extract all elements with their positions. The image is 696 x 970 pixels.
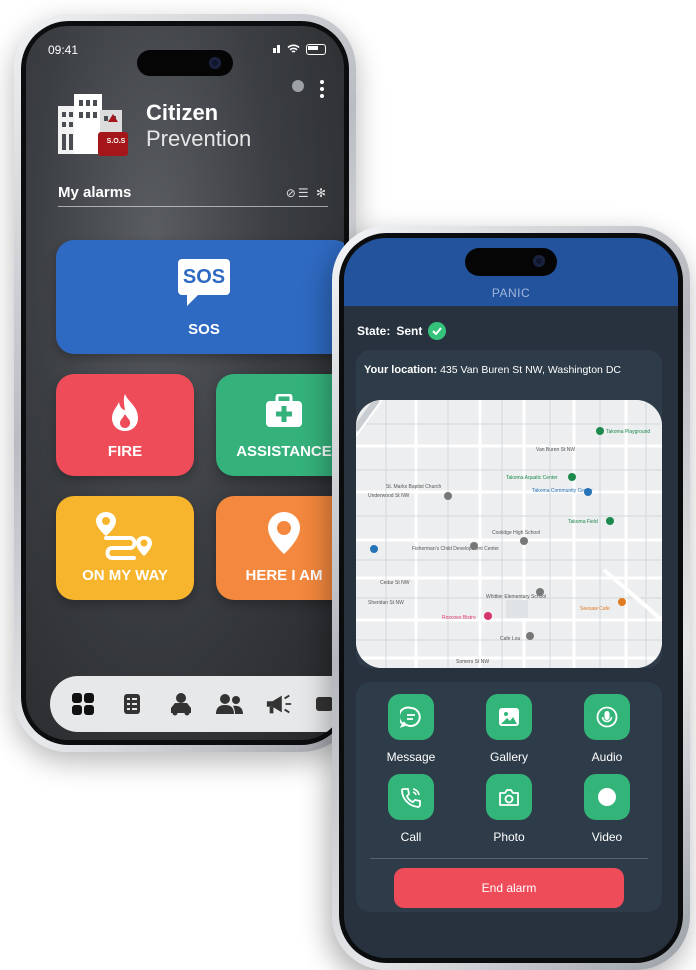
assistance-tile[interactable]: ASSISTANCE xyxy=(216,374,344,476)
action-gallery[interactable]: Gallery xyxy=(464,694,554,764)
action-message[interactable]: Message xyxy=(366,694,456,764)
here-i-am-label: HERE I AM xyxy=(245,567,323,584)
action-video[interactable]: Video xyxy=(562,774,652,844)
map-label-cafe: Seesaw Cafe xyxy=(580,606,610,612)
bluetooth-icon[interactable]: ✻ xyxy=(316,186,328,200)
megaphone-icon[interactable] xyxy=(265,690,293,718)
route-icon xyxy=(96,512,152,560)
grid-icon[interactable] xyxy=(69,690,97,718)
on-my-way-tile[interactable]: ON MY WAY xyxy=(56,496,194,600)
home-screen: 09:41 S.O.S Citizen Prevention My alarms… xyxy=(26,26,344,740)
map-label-church: St. Marks Baptist Church xyxy=(386,484,442,490)
first-aid-kit-icon xyxy=(266,394,302,427)
status-icons xyxy=(273,40,326,58)
map-label-cafe-lou: Cafe Lou xyxy=(500,636,521,642)
message-icon[interactable] xyxy=(388,694,434,740)
action-label: Video xyxy=(591,830,623,844)
action-label: Gallery xyxy=(489,750,528,764)
dynamic-island xyxy=(465,248,557,276)
microphone-icon[interactable] xyxy=(584,694,630,740)
panic-header: PANIC xyxy=(344,238,678,306)
action-label: Call xyxy=(400,830,422,844)
map-label-underwood: Underwood St NW xyxy=(368,493,410,499)
street-map: Takoma Playground Van Buren St NW Takoma… xyxy=(356,400,662,668)
divider xyxy=(370,858,648,859)
location-text: Your location: 435 Van Buren St NW, Wash… xyxy=(364,364,621,376)
section-title: My alarms xyxy=(58,184,132,201)
action-photo[interactable]: Photo xyxy=(464,774,554,844)
fire-label: FIRE xyxy=(107,443,143,460)
location-pin-icon xyxy=(268,512,300,554)
state-label: State: xyxy=(357,324,391,338)
status-time: 09:41 xyxy=(48,43,79,57)
signal-icon xyxy=(273,40,281,58)
check-filter-icon[interactable]: ⊘☰ xyxy=(286,186,311,200)
action-label: Photo xyxy=(493,830,525,844)
left-phone: 09:41 S.O.S Citizen Prevention My alarms… xyxy=(14,14,356,752)
map-label-cedar: Cedar St NW xyxy=(380,580,410,586)
action-label: Message xyxy=(386,750,436,764)
actions-card: Message Gallery Audio Call Photo Video E… xyxy=(356,682,662,912)
map-view[interactable]: Takoma Playground Van Buren St NW Takoma… xyxy=(356,400,662,668)
list-icon[interactable] xyxy=(118,690,146,718)
group-icon[interactable] xyxy=(215,690,244,718)
wifi-icon xyxy=(287,44,300,53)
user-car-icon[interactable] xyxy=(167,690,195,718)
map-label-field: Takoma Field xyxy=(568,519,598,525)
map-label-fishermans: Fisherman's Child Development Center xyxy=(412,546,499,552)
here-i-am-tile[interactable]: HERE I AM xyxy=(216,496,344,600)
more-menu-icon[interactable] xyxy=(320,80,324,98)
assistance-label: ASSISTANCE xyxy=(236,443,332,460)
camera-icon xyxy=(209,57,221,69)
sos-label: SOS xyxy=(188,321,220,338)
battery-icon xyxy=(306,43,326,55)
camera-icon xyxy=(533,255,545,267)
state-row: State: Sent xyxy=(357,322,447,340)
map-label-somers: Somers St NW xyxy=(456,659,489,665)
map-label-aquatic: Takoma Aquatic Center xyxy=(506,475,558,481)
dynamic-island xyxy=(137,50,233,76)
record-icon[interactable] xyxy=(584,774,630,820)
action-audio[interactable]: Audio xyxy=(562,694,652,764)
map-label-playground: Takoma Playground xyxy=(606,429,650,435)
gallery-icon[interactable] xyxy=(486,694,532,740)
sos-icon-text: SOS xyxy=(182,266,226,288)
fire-tile[interactable]: FIRE xyxy=(56,374,194,476)
notification-dot xyxy=(292,80,304,92)
phone-icon[interactable] xyxy=(388,774,434,820)
map-label-community: Takoma Community Center xyxy=(532,488,593,494)
on-my-way-label: ON MY WAY xyxy=(82,567,168,584)
flame-icon xyxy=(112,394,138,431)
map-label-van-buren: Van Buren St NW xyxy=(536,447,575,453)
brand-name: Citizen xyxy=(146,100,219,125)
map-label-sheridan: Sheridan St NW xyxy=(368,600,404,606)
location-value: 435 Van Buren St NW, Washington DC xyxy=(440,364,621,376)
building-sos-logo xyxy=(58,94,128,156)
filter-icons[interactable]: ⊘☰ ✻ xyxy=(286,186,328,200)
action-label: Audio xyxy=(591,750,623,764)
location-label: Your location: xyxy=(364,364,438,376)
brand-subname: Prevention xyxy=(146,126,252,151)
page-title: PANIC xyxy=(491,286,531,300)
right-phone: PANIC State: Sent Your location: 435 Van… xyxy=(332,226,690,970)
map-label-coolidge: Coolidge High School xyxy=(492,530,540,536)
state-value: Sent xyxy=(396,324,423,338)
bottom-nav xyxy=(50,676,344,732)
check-icon xyxy=(428,322,447,340)
logo-badge-text: S.O.S xyxy=(106,138,126,145)
end-alarm-button[interactable]: End alarm xyxy=(394,868,624,908)
map-label-restaurant: Roscoes Bistro xyxy=(442,615,476,621)
location-card: Your location: 435 Van Buren St NW, Wash… xyxy=(356,350,662,668)
sos-tile[interactable]: SOS SOS xyxy=(56,240,344,354)
divider xyxy=(58,206,328,207)
panic-screen: PANIC State: Sent Your location: 435 Van… xyxy=(344,238,678,958)
camera-icon[interactable] xyxy=(486,774,532,820)
action-call[interactable]: Call xyxy=(366,774,456,844)
